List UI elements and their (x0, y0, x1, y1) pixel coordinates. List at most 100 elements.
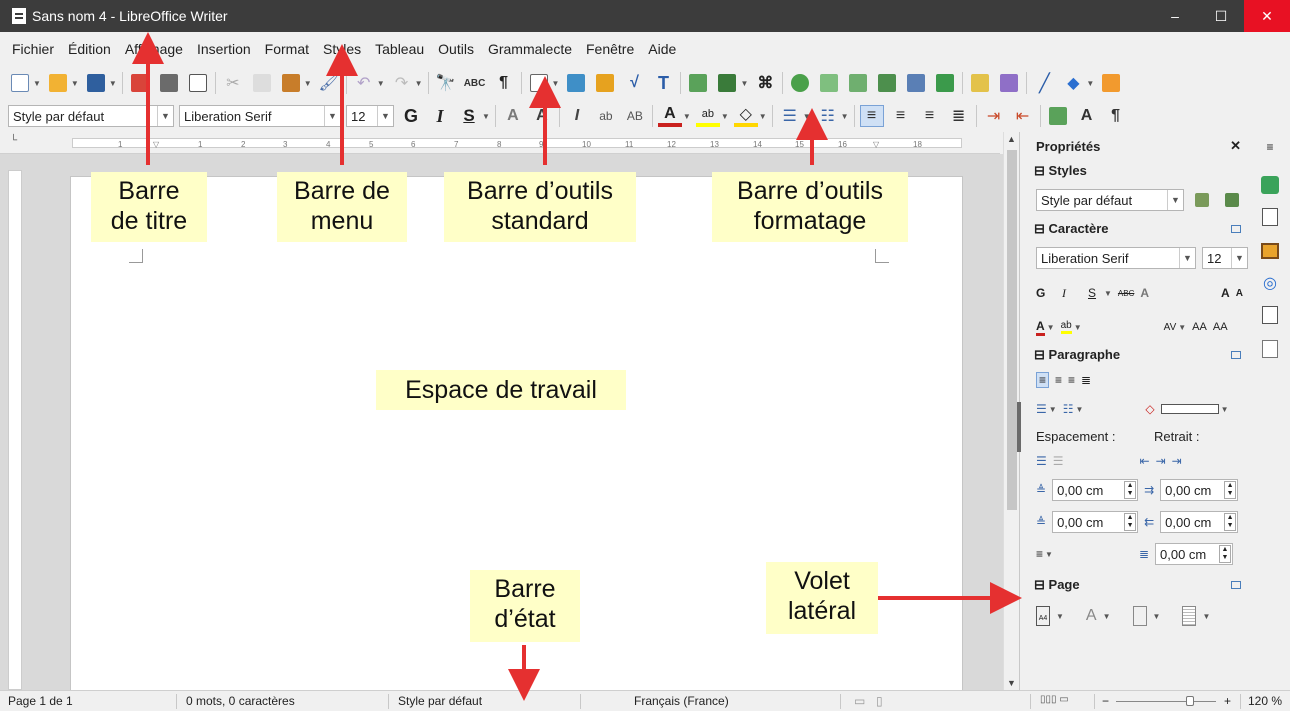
view-layout-icon[interactable]: ▯▯▯ ▭ (1040, 694, 1069, 705)
page-count[interactable]: Page 1 de 1 (8, 694, 73, 708)
spin-buttons[interactable]: ▲ ▼ (1224, 481, 1237, 499)
insert-mode-icon[interactable]: ▭ (854, 694, 865, 708)
after-text-spin[interactable]: 0,00 cm ▲ ▼ (1160, 511, 1239, 533)
chevron-down-icon[interactable]: ▼ (304, 79, 312, 88)
styles-section-header[interactable]: ⊟ Styles (1020, 160, 1251, 182)
chevron-down-icon[interactable]: ▼ (482, 112, 490, 121)
increase-indent-icon[interactable]: ⇥ (982, 105, 1006, 127)
numbering-icon[interactable]: ☷ (816, 105, 840, 127)
save-icon[interactable] (84, 72, 108, 94)
insert-text-box-icon[interactable]: T (651, 72, 675, 94)
selection-mode-icon[interactable]: ▯ (876, 694, 883, 708)
collapse-icon[interactable]: ⊟ (1034, 221, 1045, 236)
insert-chart-icon[interactable] (593, 72, 617, 94)
decrease-indent-icon[interactable]: ⇥ (1156, 454, 1166, 468)
scrollbar-thumb[interactable] (1007, 150, 1017, 510)
superscript-icon[interactable]: AB (623, 105, 647, 127)
endnote-icon[interactable] (846, 72, 870, 94)
show-track-changes-icon[interactable] (997, 72, 1021, 94)
page-section-header[interactable]: ⊟ Page (1020, 574, 1251, 596)
chevron-down-icon[interactable]: ▼ (1045, 550, 1053, 559)
sidebar-bold-button[interactable]: G (1036, 286, 1056, 300)
chevron-down-icon[interactable]: ▼ (552, 79, 560, 88)
paragraph-background-icon[interactable]: ◇ (1145, 402, 1154, 416)
chevron-down-icon[interactable]: ▼ (759, 112, 767, 121)
sidebar-align-left-icon[interactable]: ≡ (1036, 372, 1050, 388)
chevron-down-icon[interactable]: ▼ (71, 79, 79, 88)
chevron-down-icon[interactable]: ▼ (1202, 612, 1210, 621)
collapse-icon[interactable]: ⊟ (1034, 577, 1045, 592)
copy-icon[interactable] (250, 72, 274, 94)
more-options-icon[interactable] (1231, 225, 1241, 233)
vertical-ruler[interactable] (8, 170, 22, 690)
shadow-text-icon[interactable]: A (501, 105, 525, 127)
menu-format[interactable]: Format (258, 41, 316, 57)
track-changes-icon[interactable] (968, 72, 992, 94)
page-columns-icon[interactable] (1132, 606, 1147, 626)
line-spacing-icon[interactable]: ≡ (1036, 547, 1043, 561)
chevron-down-icon[interactable]: ▼ (1104, 289, 1112, 298)
navigator-tab-icon[interactable]: ◎ (1259, 272, 1281, 294)
chevron-down-icon[interactable]: ▼ (1167, 190, 1183, 210)
more-options-icon[interactable] (1231, 581, 1241, 589)
minimize-button[interactable]: – (1152, 0, 1198, 32)
menu-aide[interactable]: Aide (641, 41, 683, 57)
language[interactable]: Français (France) (634, 694, 729, 708)
chevron-down-icon[interactable]: ▼ (1178, 323, 1186, 332)
below-paragraph-spin[interactable]: 0,00 cm ▲ ▼ (1052, 511, 1139, 533)
grow-font-icon[interactable]: A (1221, 286, 1230, 300)
comment-icon[interactable] (933, 72, 957, 94)
spin-buttons[interactable]: ▲ ▼ (1124, 481, 1137, 499)
highlight-color-icon[interactable]: ab (695, 105, 720, 127)
maximize-button[interactable]: ☐ (1198, 0, 1244, 32)
shrink-font-icon[interactable]: A (1236, 288, 1243, 299)
spelling-icon[interactable]: ABC (463, 72, 487, 94)
scroll-down-icon[interactable]: ▼ (1007, 678, 1016, 688)
update-style-icon[interactable] (1190, 189, 1214, 211)
font-name-combo[interactable]: Liberation Serif ▼ (179, 105, 341, 127)
before-text-spin[interactable]: 0,00 cm ▲ ▼ (1160, 479, 1239, 501)
increase-indent-icon[interactable]: ⇤ (1140, 454, 1150, 468)
tab-type-selector[interactable]: └ (10, 135, 17, 146)
gallery-tab-icon[interactable] (1259, 240, 1281, 262)
chevron-down-icon[interactable]: ▼ (740, 79, 748, 88)
collapse-icon[interactable]: ⊟ (1034, 163, 1045, 178)
font-color-icon[interactable]: A (657, 105, 682, 127)
zoom-slider-handle[interactable] (1186, 696, 1194, 706)
properties-tab-icon[interactable] (1259, 174, 1281, 196)
zoom-out-button[interactable]: − (1102, 694, 1109, 708)
print-preview-icon[interactable] (186, 72, 210, 94)
sidebar-underline-button[interactable]: S (1088, 286, 1102, 300)
paragraph-section-header[interactable]: ⊟ Paragraphe (1020, 344, 1251, 366)
menu-insertion[interactable]: Insertion (190, 41, 258, 57)
menu-affichage[interactable]: Affichage (118, 41, 190, 57)
styles-tab-icon[interactable] (1259, 304, 1281, 326)
open-folder-icon[interactable] (46, 72, 70, 94)
sidebar-align-right-icon[interactable]: ≡ (1068, 373, 1075, 387)
basic-shapes-icon[interactable]: ◆ (1061, 72, 1085, 94)
chevron-down-icon[interactable]: ▼ (1179, 248, 1195, 268)
insert-table-icon[interactable] (527, 72, 551, 94)
chevron-down-icon[interactable]: ▼ (1056, 612, 1064, 621)
paragraph-format-icon[interactable]: ¶ (1104, 105, 1128, 127)
page-style[interactable]: Style par défaut (398, 694, 482, 708)
hanging-indent-icon[interactable]: ⇥ (1172, 454, 1182, 468)
cut-icon[interactable]: ✂ (221, 72, 245, 94)
sidebar-menu-icon[interactable]: ≡ (1259, 136, 1281, 158)
sidebar-style-combo[interactable]: Style par défaut ▼ (1036, 189, 1184, 211)
align-right-icon[interactable]: ≡ (918, 105, 942, 127)
decrease-spacing-icon[interactable]: ☰ (1053, 454, 1064, 468)
strikethrough-icon[interactable]: ABC (1118, 289, 1134, 298)
chevron-down-icon[interactable]: ▼ (1231, 248, 1247, 268)
redo-icon[interactable]: ↷ (390, 72, 414, 94)
footnote-icon[interactable] (817, 72, 841, 94)
underline-button[interactable]: S (457, 105, 481, 127)
font-size-combo[interactable]: 12 ▼ (346, 105, 394, 127)
insert-image-icon[interactable] (564, 72, 588, 94)
chevron-down-icon[interactable]: ▼ (841, 112, 849, 121)
spin-buttons[interactable]: ▲ ▼ (1224, 513, 1237, 531)
chevron-down-icon[interactable]: ▼ (157, 106, 173, 126)
italic-button[interactable]: I (428, 105, 452, 127)
chevron-down-icon[interactable]: ▼ (1153, 612, 1161, 621)
align-center-icon[interactable]: ≡ (889, 105, 913, 127)
